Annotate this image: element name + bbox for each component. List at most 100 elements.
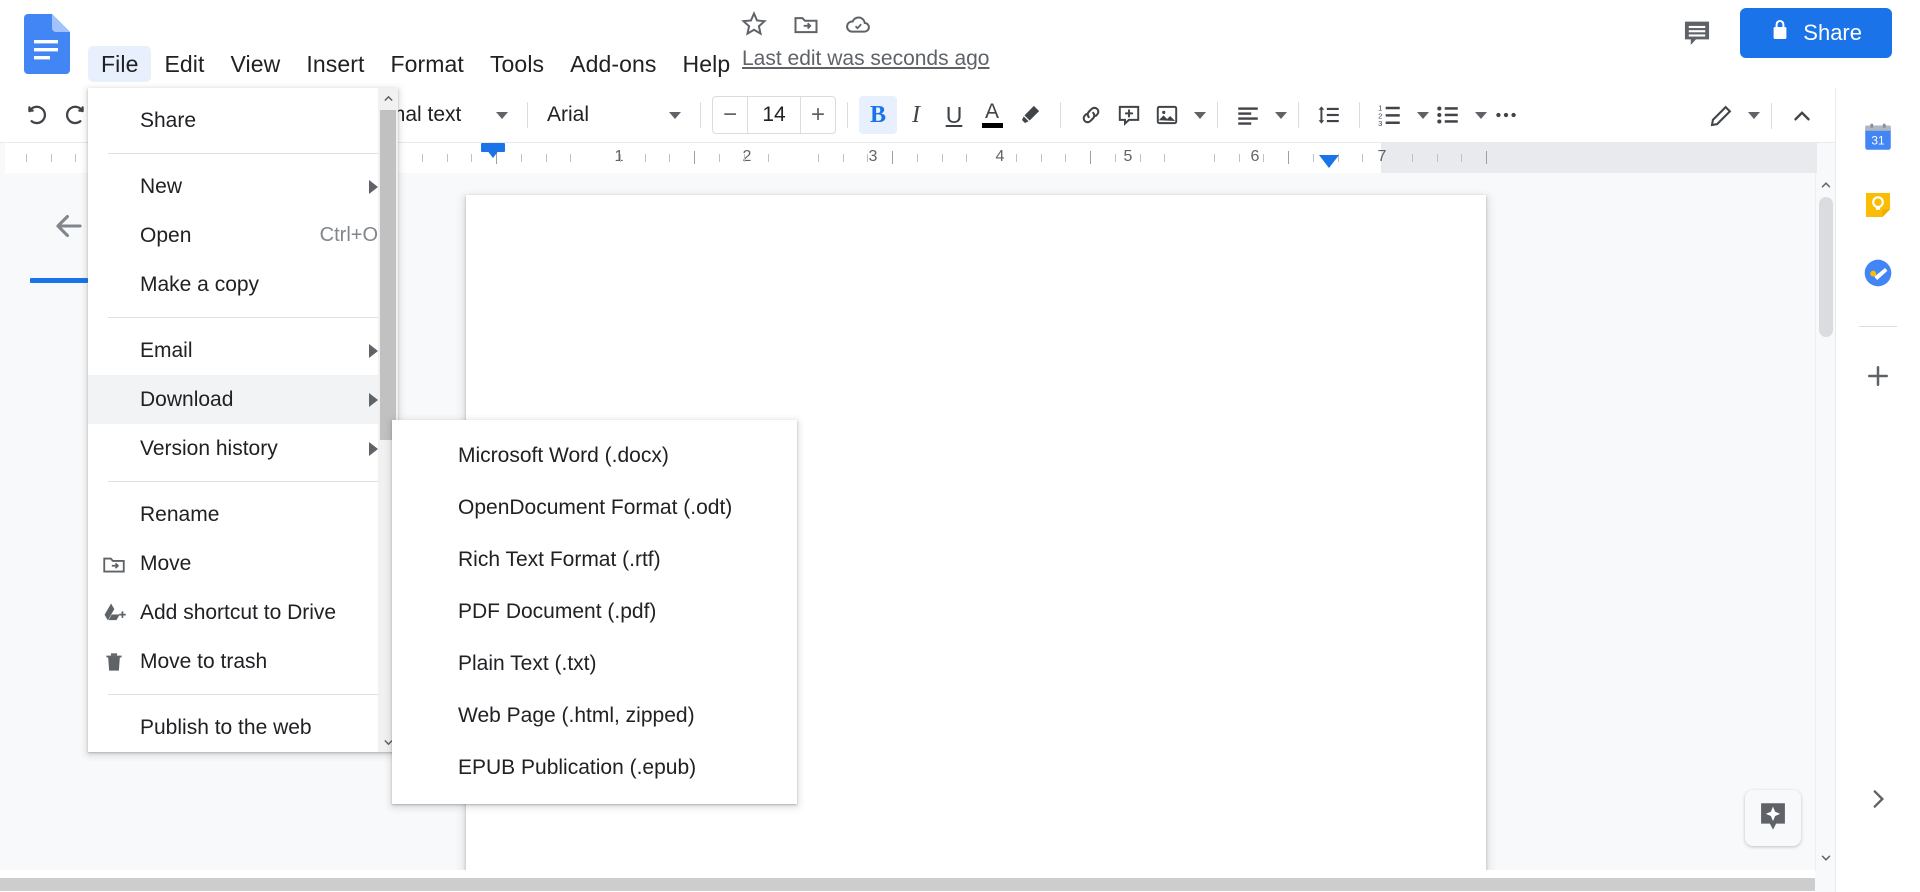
add-addon-icon[interactable] [1859,357,1897,395]
file-menu-item-new[interactable]: New [88,162,398,211]
font-size-input[interactable]: 14 [747,96,801,134]
add-comment-icon[interactable] [1110,96,1148,134]
ruler-tick [620,154,621,162]
star-icon[interactable] [740,10,768,38]
share-button[interactable]: Share [1740,8,1892,58]
text-color-button[interactable]: A [973,96,1011,134]
menu-help[interactable]: Help [670,46,744,82]
menu-separator [108,481,378,482]
editing-mode-chevron-down-icon[interactable] [1748,112,1760,119]
ruler-tick [768,154,769,162]
menu-edit[interactable]: Edit [151,46,217,82]
menu-add-ons[interactable]: Add-ons [557,46,669,82]
google-calendar-icon[interactable]: 31 [1859,118,1897,156]
download-option-web-page-html-zipped[interactable]: Web Page (.html, zipped) [392,690,797,742]
horizontal-scroll-track[interactable] [930,878,1815,891]
font-family-select[interactable]: Arial [539,97,689,133]
arrow-back-icon[interactable] [50,207,88,245]
right-indent-marker[interactable] [1319,155,1339,168]
vertical-scroll-thumb[interactable] [1819,197,1833,337]
google-tasks-icon[interactable] [1859,254,1897,292]
download-option-plain-text-txt[interactable]: Plain Text (.txt) [392,638,797,690]
menu-file[interactable]: File [88,46,151,82]
file-menu-item-label: Download [140,383,357,416]
collapse-toolbar-icon[interactable] [1783,97,1821,135]
undo-icon[interactable] [18,96,56,134]
bulleted-list-icon[interactable] [1429,96,1467,134]
underline-button[interactable]: U [935,96,973,134]
line-spacing-icon[interactable] [1310,96,1348,134]
horizontal-scroll-thumb[interactable] [0,878,930,891]
cloud-check-icon[interactable] [844,10,872,38]
svg-text:31: 31 [1871,134,1885,148]
ruler-tick [843,154,844,162]
menu-view[interactable]: View [218,46,294,82]
ruler-tick [719,154,720,162]
file-menu-item-share[interactable]: Share [88,96,398,145]
highlight-pen-icon[interactable] [1011,96,1049,134]
menu-tools[interactable]: Tools [477,46,557,82]
download-option-epub-publication-epub[interactable]: EPUB Publication (.epub) [392,742,797,794]
bold-label: B [870,102,886,129]
ruler-number: 7 [1378,148,1387,166]
file-menu-item-email[interactable]: Email [88,326,398,375]
numbered-list-icon[interactable]: 1 2 3 [1371,96,1409,134]
file-menu-item-label: New [140,170,357,203]
editing-mode-pencil-icon[interactable] [1702,97,1740,135]
bulleted-list-chevron-down-icon[interactable] [1475,112,1487,119]
file-menu-item-label: Open [140,219,308,252]
download-option-pdf-document-pdf[interactable]: PDF Document (.pdf) [392,586,797,638]
google-keep-icon[interactable] [1859,186,1897,224]
move-folder-icon[interactable] [792,10,820,38]
font-size-increase-button[interactable]: + [801,96,835,134]
horizontal-scrollbar[interactable] [0,870,1815,892]
docs-logo-icon[interactable] [22,14,70,74]
file-menu-item-open[interactable]: OpenCtrl+O [88,211,398,260]
last-edit-status[interactable]: Last edit was seconds ago [742,46,990,72]
submenu-arrow-icon [369,393,378,407]
file-menu-dropdown: Share New OpenCtrl+OMake a copy Email Downlo… [88,88,398,752]
menu-scroll-up-icon[interactable] [378,88,398,108]
ruler-tick [669,154,670,162]
ruler-tick [521,154,522,162]
menu-insert[interactable]: Insert [293,46,377,82]
file-menu-item-move[interactable]: Move [88,539,398,588]
numbered-list-chevron-down-icon[interactable] [1417,112,1429,119]
download-option-opendocument-format-odt[interactable]: OpenDocument Format (.odt) [392,482,797,534]
file-menu-item-version-history[interactable]: Version history [88,424,398,473]
ruler-number: 6 [1251,148,1260,166]
menu-scroll-thumb[interactable] [380,110,396,440]
explore-button[interactable] [1745,790,1801,846]
menu-format[interactable]: Format [377,46,476,82]
align-left-icon[interactable] [1229,96,1267,134]
scroll-up-icon[interactable] [1816,175,1835,195]
file-menu-item-add-shortcut-to-drive[interactable]: Add shortcut to Drive [88,588,398,637]
toolbar-divider [700,102,701,128]
document-body-text[interactable] [466,195,1486,375]
file-menu-item-rename[interactable]: Rename [88,490,398,539]
insert-image-icon[interactable] [1148,96,1186,134]
insert-link-icon[interactable] [1072,96,1110,134]
file-menu-item-move-to-trash[interactable]: Move to trash [88,637,398,686]
file-menu-item-publish-to-the-web[interactable]: Publish to the web [88,703,398,752]
align-options-chevron-down-icon[interactable] [1275,112,1287,119]
text-color-swatch [982,123,1003,128]
chevron-right-icon[interactable] [1859,780,1897,818]
scroll-down-icon[interactable] [1816,848,1835,868]
download-option-microsoft-word-docx[interactable]: Microsoft Word (.docx) [392,430,797,482]
image-options-chevron-down-icon[interactable] [1194,112,1206,119]
side-panel-rail: 31 [1835,88,1920,892]
font-size-decrease-button[interactable]: − [713,96,747,134]
bold-button[interactable]: B [859,96,897,134]
menu-separator [108,317,378,318]
download-option-rich-text-format-rtf[interactable]: Rich Text Format (.rtf) [392,534,797,586]
ruler-tick [645,154,646,162]
vertical-scrollbar[interactable] [1815,173,1835,870]
italic-button[interactable]: I [897,96,935,134]
file-menu-item-make-a-copy[interactable]: Make a copy [88,260,398,309]
left-indent-marker[interactable] [483,145,503,158]
comment-history-icon[interactable] [1680,16,1714,50]
ruler-tick [942,154,943,162]
file-menu-item-download[interactable]: Download [88,375,398,424]
more-options-icon[interactable] [1487,96,1525,134]
